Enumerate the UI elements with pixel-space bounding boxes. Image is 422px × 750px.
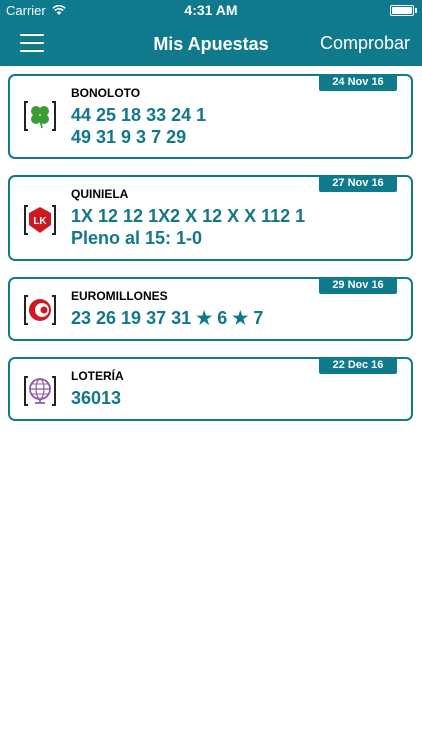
quiniela-icon: LK <box>24 205 56 235</box>
svg-text:LK: LK <box>33 216 47 227</box>
loteria-globe-icon <box>24 376 56 406</box>
bet-card-quiniela[interactable]: 27 Nov 16 LK QUINIELA 1X 12 12 1X2 X 12 … <box>8 175 413 261</box>
bet-card-bonoloto[interactable]: 24 Nov 16 BONOLOTO 44 25 18 33 24 1 49 3… <box>8 74 413 159</box>
date-badge: 22 Dec 16 <box>319 357 397 374</box>
bet-numbers-line: 36013 <box>71 388 122 408</box>
date-badge: 27 Nov 16 <box>319 175 397 192</box>
bet-card-euromillones[interactable]: 29 Nov 16 EUROMILLONES 23 26 19 37 31 ★ … <box>8 277 413 341</box>
comprobar-button[interactable]: Comprobar <box>320 33 410 54</box>
status-time: 4:31 AM <box>184 2 238 18</box>
battery-tip <box>415 8 417 13</box>
bet-card-loteria[interactable]: 22 Dec 16 LOTERÍA 36013 <box>8 357 413 421</box>
game-name: EUROMILLONES <box>71 289 168 303</box>
bet-numbers-line: 44 25 18 33 24 1 <box>71 105 207 125</box>
bet-numbers-line: 23 26 19 37 31 ★ 6 ★ 7 <box>71 308 264 328</box>
navigation-bar: Mis Apuestas Comprobar <box>0 22 422 66</box>
bet-numbers-line: 1X 12 12 1X2 X 12 X X 112 1 <box>71 206 306 226</box>
game-name: LOTERÍA <box>71 369 124 383</box>
status-bar: Carrier 4:31 AM <box>0 0 422 22</box>
euromillones-icon <box>24 295 56 325</box>
battery-icon <box>390 5 414 16</box>
game-name: BONOLOTO <box>71 86 141 100</box>
bet-numbers-line: Pleno al 15: 1-0 <box>71 228 203 248</box>
game-name: QUINIELA <box>71 187 129 201</box>
date-badge: 24 Nov 16 <box>319 74 397 91</box>
date-badge: 29 Nov 16 <box>319 277 397 294</box>
clover-icon <box>24 101 56 131</box>
bet-numbers-line: 49 31 9 3 7 29 <box>71 127 187 147</box>
battery-fill <box>392 7 412 14</box>
